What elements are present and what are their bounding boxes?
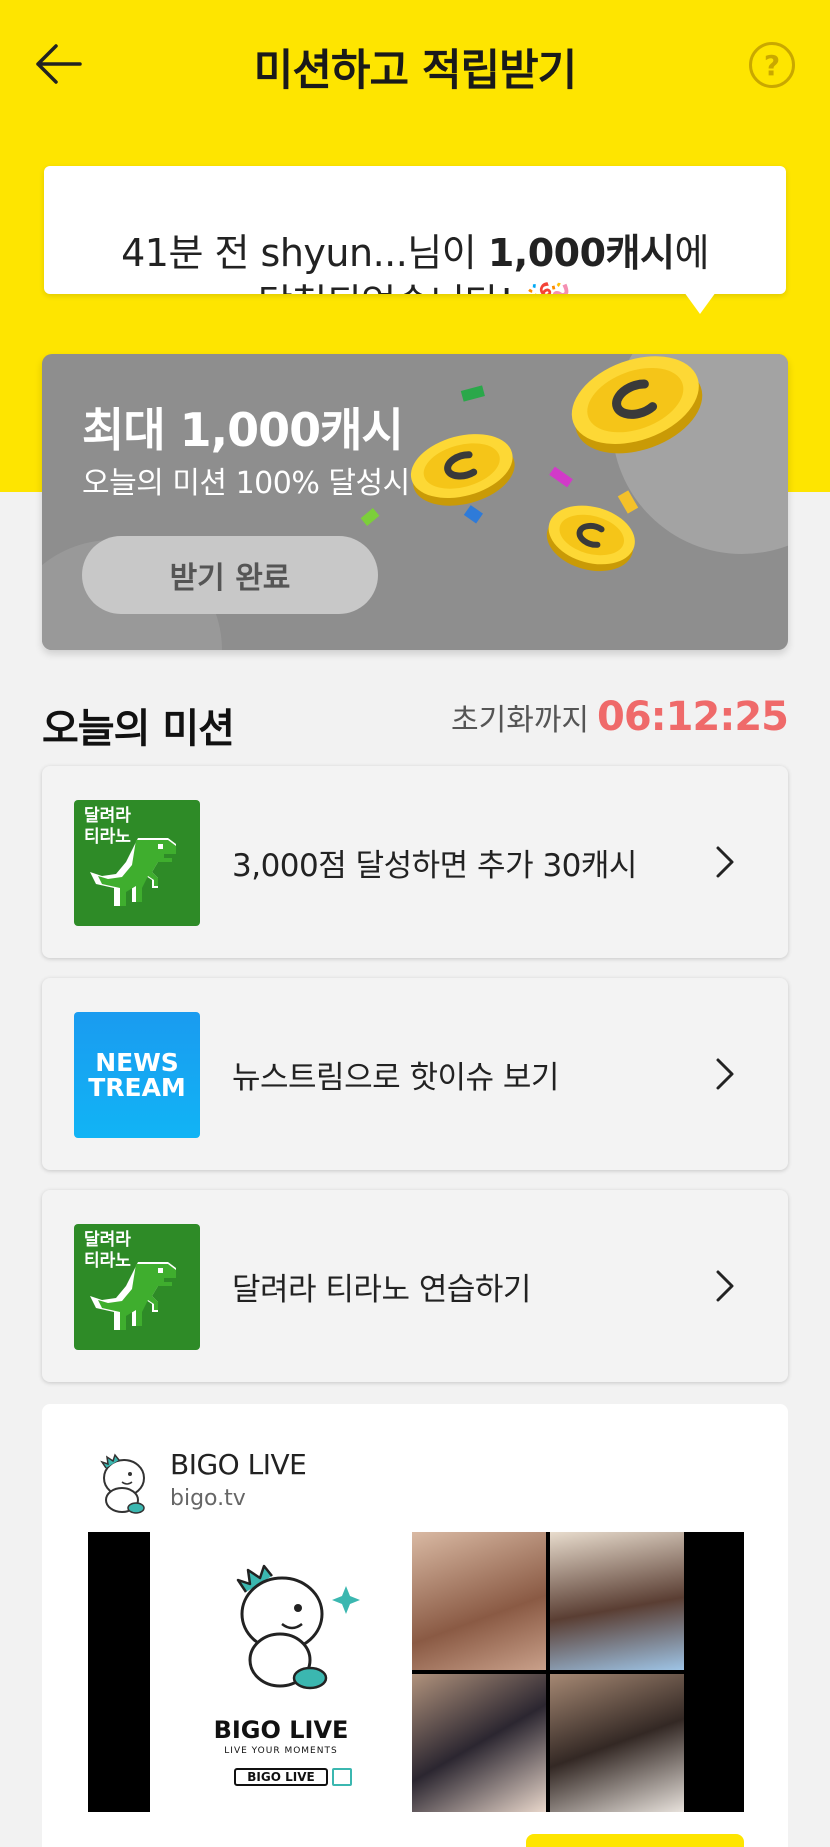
page-title: 미션하고 적립받기 [253,46,577,96]
banner-title: 최대 1,000캐시 [82,403,404,457]
dinosaur-icon [90,1262,176,1330]
ad-photo [412,1532,546,1670]
ad-photo-grid [412,1532,684,1812]
mission-label: 뉴스트림으로 핫이슈 보기 [232,1059,559,1096]
ad-advertiser-name: BIGO LIVE [170,1448,307,1481]
ad-photo [550,1674,684,1812]
reward-banner: 최대 1,000캐시 오늘의 미션 100% 달성시 받기 완료 [42,354,788,650]
mission-item[interactable]: 달려라 티라노 달려라 티라노 연습하기 [42,1190,788,1382]
mission-label: 3,000점 달성하면 추가 30캐시 [232,847,637,884]
ad-card[interactable]: BIGO LIVE bigo.tv BIGO LIVE LIVE YOUR MO… [42,1404,788,1847]
ad-photo [550,1532,684,1670]
help-button[interactable]: ? [749,42,795,88]
reset-timer: 초기화까지 06:12:25 [451,694,789,740]
newstream-icon: NEWS TREAM [74,1012,200,1138]
ticker-tail [684,292,716,314]
timer-value: 06:12:25 [597,694,789,740]
confetti [360,508,380,526]
ad-brand-panel: BIGO LIVE LIVE YOUR MOMENTS BIGO LIVE [150,1532,412,1812]
ad-url: bigo.tv [170,1486,246,1511]
timer-label: 초기화까지 [451,703,590,738]
coin-large [571,356,703,454]
app-header: 미션하고 적립받기 ? [0,0,830,130]
mission-item[interactable]: NEWS TREAM 뉴스트림으로 핫이슈 보기 [42,978,788,1170]
dino-game-icon: 달려라 티라노 [74,800,200,926]
ad-photo [412,1674,546,1812]
search-icon [332,1768,352,1786]
chevron-right-icon [716,846,734,878]
ad-cta-button[interactable] [526,1834,744,1847]
chevron-right-icon [716,1270,734,1302]
winner-ticker: 41분 전 shyun...님이 1,000캐시에 당첨되었습니다! 🎉 [44,166,786,294]
ad-brand-tagline: LIVE YOUR MOMENTS [224,1746,338,1756]
banner-subtitle: 오늘의 미션 100% 달성시 [82,466,410,501]
confetti [460,385,485,402]
question-icon: ? [763,48,781,82]
ad-image[interactable]: BIGO LIVE LIVE YOUR MOMENTS BIGO LIVE [88,1532,744,1812]
ticker-amount: 1,000캐시 [487,231,675,275]
dinosaur-icon [90,838,176,906]
mission-label: 달려라 티라노 연습하기 [232,1271,531,1308]
missions-title: 오늘의 미션 [42,706,235,752]
coin-medium [410,434,515,506]
ad-search-box: BIGO LIVE [234,1768,328,1786]
claim-complete-button[interactable]: 받기 완료 [82,536,378,614]
confetti [549,466,573,488]
ticker-message: 41분 전 shyun...님이 1,000캐시에 [121,231,709,275]
confetti [617,490,639,514]
dino-game-icon: 달려라 티라노 [74,1224,200,1350]
mission-item[interactable]: 달려라 티라노 3,000점 달성하면 추가 30캐시 [42,766,788,958]
confetti [463,505,483,524]
bigo-mascot-icon [100,1453,145,1514]
chevron-right-icon [716,1058,734,1090]
ticker-message-next: 당첨되었습니다! 🎉 [44,272,786,294]
ad-brand-title: BIGO LIVE [213,1716,349,1744]
